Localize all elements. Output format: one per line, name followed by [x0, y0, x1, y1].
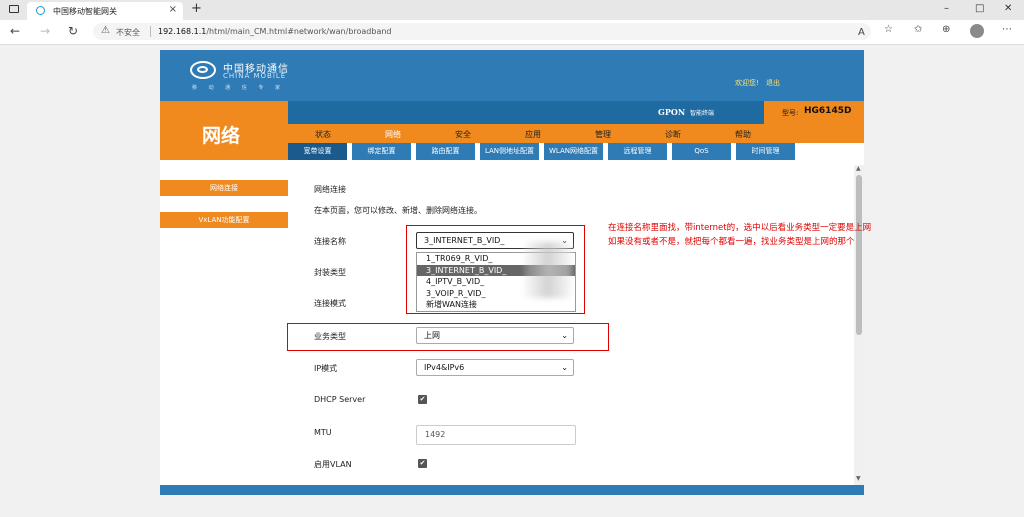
- tab-routing[interactable]: 路由配置: [416, 143, 476, 160]
- model-value: HG6145D: [804, 106, 852, 116]
- tab-actions-icon[interactable]: [9, 5, 19, 13]
- tab-remote[interactable]: 远程管理: [608, 143, 668, 160]
- section-title-box: 网络: [160, 101, 288, 160]
- warning-icon[interactable]: ⚠: [101, 25, 110, 36]
- page-header: 中国移动通信 CHINA MOBILE 移 动 通 信 专 家 欢迎您! 退出: [160, 50, 864, 101]
- scrollbar-thumb[interactable]: [856, 175, 862, 335]
- annotation-box-service: [287, 323, 609, 351]
- security-label[interactable]: 不安全: [116, 27, 140, 38]
- chevron-down-icon: ⌄: [561, 363, 568, 372]
- annotation-box-connection: [406, 225, 585, 314]
- ip-mode-select[interactable]: IPv4&IPv6 ⌄: [416, 359, 574, 376]
- connection-name-label: 连接名称: [314, 237, 346, 246]
- section-title: 网络: [202, 125, 241, 147]
- mtu-label: MTU: [314, 428, 332, 437]
- nav-diagnostics[interactable]: 诊断: [665, 129, 681, 140]
- logout-link[interactable]: 退出: [766, 78, 780, 88]
- tab-qos[interactable]: QoS: [672, 143, 732, 160]
- more-icon[interactable]: ⋯: [1002, 24, 1012, 35]
- forward-icon[interactable]: →: [40, 24, 50, 38]
- nav-security[interactable]: 安全: [455, 129, 471, 140]
- scroll-up-icon[interactable]: ▲: [856, 165, 861, 172]
- site-favicon-icon: [36, 6, 45, 15]
- encap-type-label: 封装类型: [314, 268, 346, 277]
- tab-wlan[interactable]: WLAN网络配置: [544, 143, 604, 160]
- scroll-down-icon[interactable]: ▼: [856, 475, 861, 482]
- annotation-line-1: 在连接名称里面找，带internet的，选中以后看业务类型一定要是上网: [608, 223, 872, 233]
- welcome-text: 欢迎您!: [735, 79, 759, 87]
- tab-binding[interactable]: 绑定配置: [352, 143, 412, 160]
- ip-mode-label: IP模式: [314, 364, 338, 373]
- main-nav: 状态 网络 安全 应用 管理 诊断 帮助: [288, 124, 864, 143]
- favorites-icon[interactable]: ✩: [914, 24, 922, 35]
- tab-time[interactable]: 时间管理: [736, 143, 796, 160]
- back-icon[interactable]: ←: [10, 24, 20, 38]
- close-tab-icon[interactable]: ×: [169, 4, 177, 15]
- nav-help[interactable]: 帮助: [735, 129, 751, 140]
- minimize-button[interactable]: –: [944, 3, 949, 14]
- gpon-label: GPON: [658, 107, 686, 117]
- connection-mode-label: 连接模式: [314, 299, 346, 308]
- model-badge: 型号: HG6145D: [764, 101, 864, 124]
- tab-lan-address[interactable]: LAN侧地址配置: [480, 143, 540, 160]
- sidebar-item-vxlan[interactable]: VxLAN功能配置: [160, 212, 288, 228]
- nav-network[interactable]: 网络: [385, 129, 401, 140]
- scrollbar[interactable]: ▲ ▼: [854, 165, 864, 485]
- new-tab-button[interactable]: +: [191, 1, 202, 16]
- tab-title: 中国移动智能网关: [53, 7, 117, 16]
- url-text[interactable]: 192.168.1.1/html/main_CM.html#network/wa…: [158, 27, 392, 36]
- form-description: 在本页面，您可以修改、新增、删除网络连接。: [314, 206, 482, 215]
- model-label: 型号:: [782, 109, 799, 117]
- mtu-input[interactable]: 1492: [416, 425, 576, 445]
- browser-tab[interactable]: 中国移动智能网关 ×: [27, 2, 183, 20]
- tab-broadband[interactable]: 宽带设置: [288, 143, 348, 160]
- dhcp-server-label: DHCP Server: [314, 395, 366, 404]
- maximize-button[interactable]: □: [975, 3, 984, 14]
- refresh-icon[interactable]: ↻: [68, 24, 78, 38]
- annotation-line-2: 如果没有或者不是，就把每个都看一遍，找业务类型是上网的那个: [608, 237, 855, 247]
- page-footer: [160, 485, 864, 495]
- url-field[interactable]: ⚠ 不安全 192.168.1.1/html/main_CM.html#netw…: [93, 23, 871, 40]
- close-window-button[interactable]: ✕: [1004, 3, 1012, 14]
- nav-apps[interactable]: 应用: [525, 129, 541, 140]
- gpon-sub-label: 智能终端: [690, 110, 715, 117]
- nav-management[interactable]: 管理: [595, 129, 611, 140]
- vlan-checkbox[interactable]: ✔: [418, 459, 427, 468]
- form-title: 网络连接: [314, 185, 346, 194]
- collections-icon[interactable]: ⊕: [942, 24, 950, 35]
- china-mobile-logo-icon: [190, 61, 216, 79]
- brand-sub: 移 动 通 信 专 家: [192, 85, 285, 91]
- add-favorite-icon[interactable]: ☆: [884, 24, 893, 35]
- address-bar-row: ← → ↻ ⚠ 不安全 192.168.1.1/html/main_CM.htm…: [0, 20, 1024, 45]
- sidebar-item-network-connection[interactable]: 网络连接: [160, 180, 288, 196]
- sub-nav: 宽带设置 绑定配置 路由配置 LAN侧地址配置 WLAN网络配置 远程管理 Qo…: [288, 143, 864, 160]
- vlan-label: 启用VLAN: [314, 460, 352, 469]
- url-divider: [150, 26, 151, 37]
- browser-tab-bar: 中国移动智能网关 × + – □ ✕: [0, 0, 1024, 20]
- read-aloud-icon[interactable]: A: [858, 27, 865, 38]
- dhcp-server-checkbox[interactable]: ✔: [418, 395, 427, 404]
- nav-status[interactable]: 状态: [315, 129, 331, 140]
- profile-icon[interactable]: [970, 24, 984, 38]
- brand-en: CHINA MOBILE: [223, 72, 287, 80]
